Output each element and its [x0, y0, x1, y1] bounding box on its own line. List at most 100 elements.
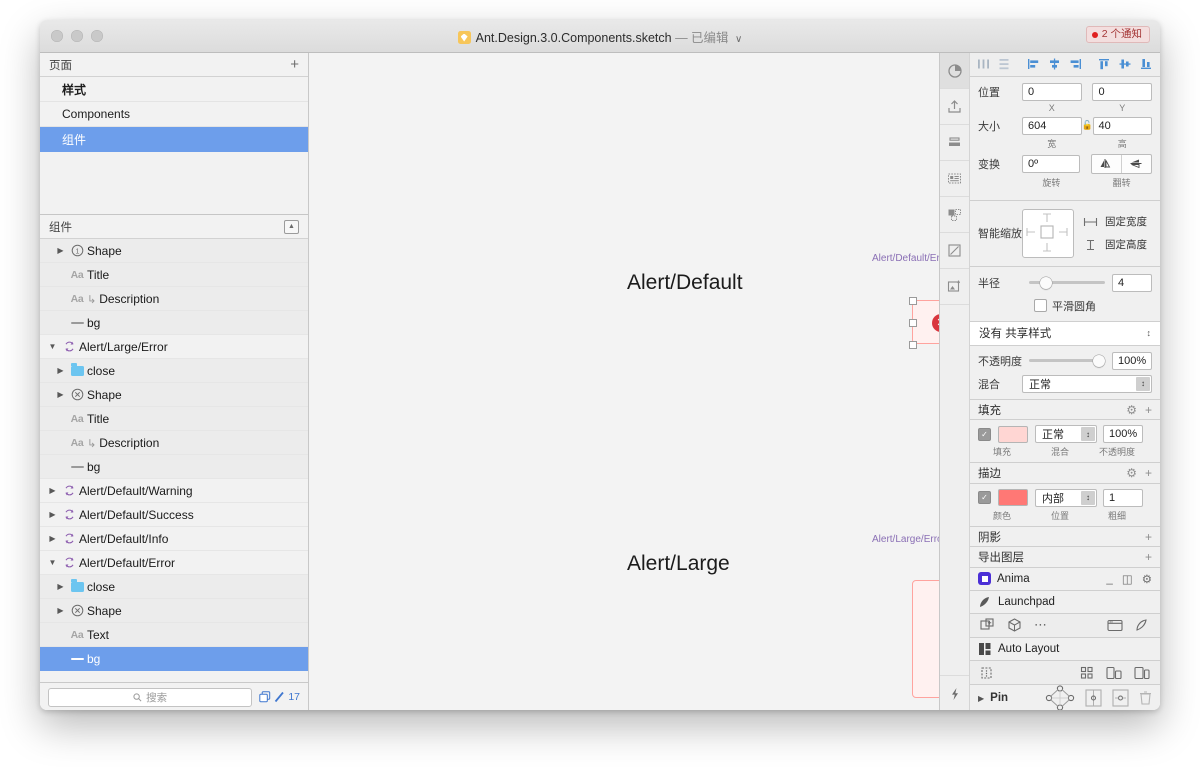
layer-row[interactable]: Alert/Default/Error: [40, 551, 308, 575]
publish-rocket-icon[interactable]: [1135, 618, 1150, 632]
layer-row[interactable]: Alert/Default/Info: [40, 527, 308, 551]
twisty-down-icon[interactable]: [46, 342, 59, 351]
fill-opacity-input[interactable]: 100%: [1103, 425, 1143, 444]
position-x-input[interactable]: 0: [1022, 82, 1082, 101]
gear-icon[interactable]: ⚙: [1142, 572, 1152, 586]
page-item-zujian[interactable]: 组件: [40, 127, 308, 152]
auto-layout-plugin-row[interactable]: Auto Layout: [970, 637, 1160, 662]
notification-badge[interactable]: 2 个通知: [1085, 26, 1150, 43]
layer-row[interactable]: Aa Title: [40, 407, 308, 431]
distribute-horizontal-icon[interactable]: [974, 55, 993, 73]
size-height-input[interactable]: 40: [1092, 116, 1152, 135]
layer-row[interactable]: close: [40, 575, 308, 599]
launchpad-plugin-row[interactable]: Launchpad: [970, 590, 1160, 614]
gear-icon[interactable]: ⚙: [1126, 403, 1137, 417]
border-color-swatch[interactable]: [998, 489, 1028, 507]
smooth-corners-checkbox[interactable]: [1034, 299, 1047, 313]
align-bottom-icon[interactable]: [1137, 55, 1156, 73]
responsive-tablet-icon[interactable]: [1134, 666, 1150, 680]
twisty-right-icon[interactable]: [46, 510, 59, 519]
fixed-width-icon[interactable]: [1083, 216, 1098, 228]
pin-center-icon[interactable]: [1112, 688, 1129, 708]
search-input[interactable]: 搜索: [48, 687, 253, 707]
selection-handle[interactable]: [909, 319, 917, 327]
add-export-button[interactable]: +: [1145, 550, 1152, 564]
layer-row[interactable]: Alert/Default/Warning: [40, 479, 308, 503]
pin-section-row[interactable]: ▶ Pin: [970, 685, 1160, 710]
fixed-height-icon[interactable]: [1083, 239, 1098, 251]
selection-icon[interactable]: [940, 197, 969, 233]
pie-chart-icon[interactable]: [940, 53, 969, 89]
layer-row[interactable]: bg: [40, 311, 308, 335]
layer-row[interactable]: Alert/Large/Error: [40, 335, 308, 359]
align-center-horizontal-icon[interactable]: [1045, 55, 1064, 73]
add-page-button[interactable]: +: [290, 57, 299, 72]
chevron-right-icon[interactable]: ▶: [978, 694, 984, 703]
flip-horizontal-icon[interactable]: [1092, 155, 1121, 173]
twisty-right-icon[interactable]: [46, 534, 59, 543]
artboard-label-default-error[interactable]: Alert/Default/Error: [872, 253, 939, 264]
layer-row[interactable]: Shape: [40, 599, 308, 623]
border-enabled-checkbox[interactable]: ✓: [978, 491, 991, 505]
twisty-right-icon[interactable]: [54, 390, 67, 399]
cube-icon[interactable]: [1007, 618, 1022, 633]
selection-handle[interactable]: [909, 297, 917, 305]
twisty-right-icon[interactable]: [54, 606, 67, 615]
radius-slider[interactable]: [1029, 276, 1105, 290]
opacity-input[interactable]: 100%: [1112, 351, 1152, 370]
layer-row[interactable]: Aa ↳ Description: [40, 431, 308, 455]
twisty-right-icon[interactable]: [54, 246, 67, 255]
layer-row[interactable]: Aa ↳ Description: [40, 287, 308, 311]
resize-anchor-widget[interactable]: [1022, 208, 1074, 258]
opacity-slider[interactable]: [1029, 354, 1105, 368]
position-y-input[interactable]: 0: [1092, 82, 1152, 101]
layer-row[interactable]: Aa Text: [40, 623, 308, 647]
add-fill-button[interactable]: +: [1145, 403, 1152, 417]
align-center-vertical-icon[interactable]: [1116, 55, 1135, 73]
distribute-vertical-icon[interactable]: [995, 55, 1014, 73]
twisty-right-icon[interactable]: [46, 486, 59, 495]
pin-anchors-icon[interactable]: [1045, 685, 1075, 710]
twisty-right-icon[interactable]: [54, 582, 67, 591]
stepper-icon[interactable]: ↕: [1081, 490, 1095, 505]
browser-preview-icon[interactable]: [1107, 619, 1123, 632]
lightning-icon[interactable]: [940, 676, 969, 710]
page-item-styles[interactable]: 样式: [40, 77, 308, 102]
align-left-icon[interactable]: [1024, 55, 1043, 73]
size-width-input[interactable]: 604: [1022, 116, 1082, 135]
export-icon[interactable]: [940, 89, 969, 125]
trash-icon[interactable]: [1139, 690, 1152, 706]
selection-handle[interactable]: [909, 341, 917, 349]
fill-blend-select[interactable]: 正常 ↕: [1035, 425, 1097, 444]
layers-list[interactable]: 1ShapeAaTitleAa↳DescriptionbgAlert/Large…: [40, 239, 308, 682]
measure-icon[interactable]: [940, 233, 969, 269]
panel-toggle-icon[interactable]: ◫: [1122, 572, 1133, 586]
blend-select[interactable]: 正常 ↕: [1022, 374, 1152, 393]
layer-row[interactable]: Aa Title: [40, 263, 308, 287]
twisty-down-icon[interactable]: [46, 558, 59, 567]
flip-vertical-icon[interactable]: [1120, 154, 1151, 173]
rotation-input[interactable]: 0º: [1022, 154, 1081, 173]
lock-icon[interactable]: 🔓: [1082, 120, 1093, 131]
align-top-icon[interactable]: [1095, 55, 1114, 73]
align-right-icon[interactable]: [1066, 55, 1085, 73]
image-add-icon[interactable]: [940, 269, 969, 305]
chevron-down-icon[interactable]: ∨: [735, 34, 742, 45]
layer-row[interactable]: bg: [40, 455, 308, 479]
shared-style-select[interactable]: 没有 共享样式 ↕: [970, 321, 1160, 346]
more-options-icon[interactable]: ⋯: [1034, 617, 1048, 633]
page-item-components[interactable]: Components: [40, 102, 308, 127]
stepper-icon[interactable]: ↕: [1081, 427, 1095, 442]
layers-stack-icon[interactable]: [940, 125, 969, 161]
fill-color-swatch[interactable]: [998, 425, 1028, 443]
anima-plugin-row[interactable]: Anima _ ◫ ⚙: [970, 567, 1160, 591]
radius-input[interactable]: 4: [1112, 273, 1152, 292]
responsive-phone-icon[interactable]: [1106, 666, 1122, 680]
list-detail-icon[interactable]: [940, 161, 969, 197]
minimize-icon[interactable]: _: [1106, 573, 1112, 585]
border-position-select[interactable]: 内部 ↕: [1035, 488, 1097, 507]
pin-center-vertical-icon[interactable]: [1085, 688, 1102, 708]
layer-count-group[interactable]: 17: [259, 691, 300, 703]
layer-row[interactable]: Alert/Default/Success: [40, 503, 308, 527]
stack-group-icon[interactable]: [980, 666, 995, 680]
